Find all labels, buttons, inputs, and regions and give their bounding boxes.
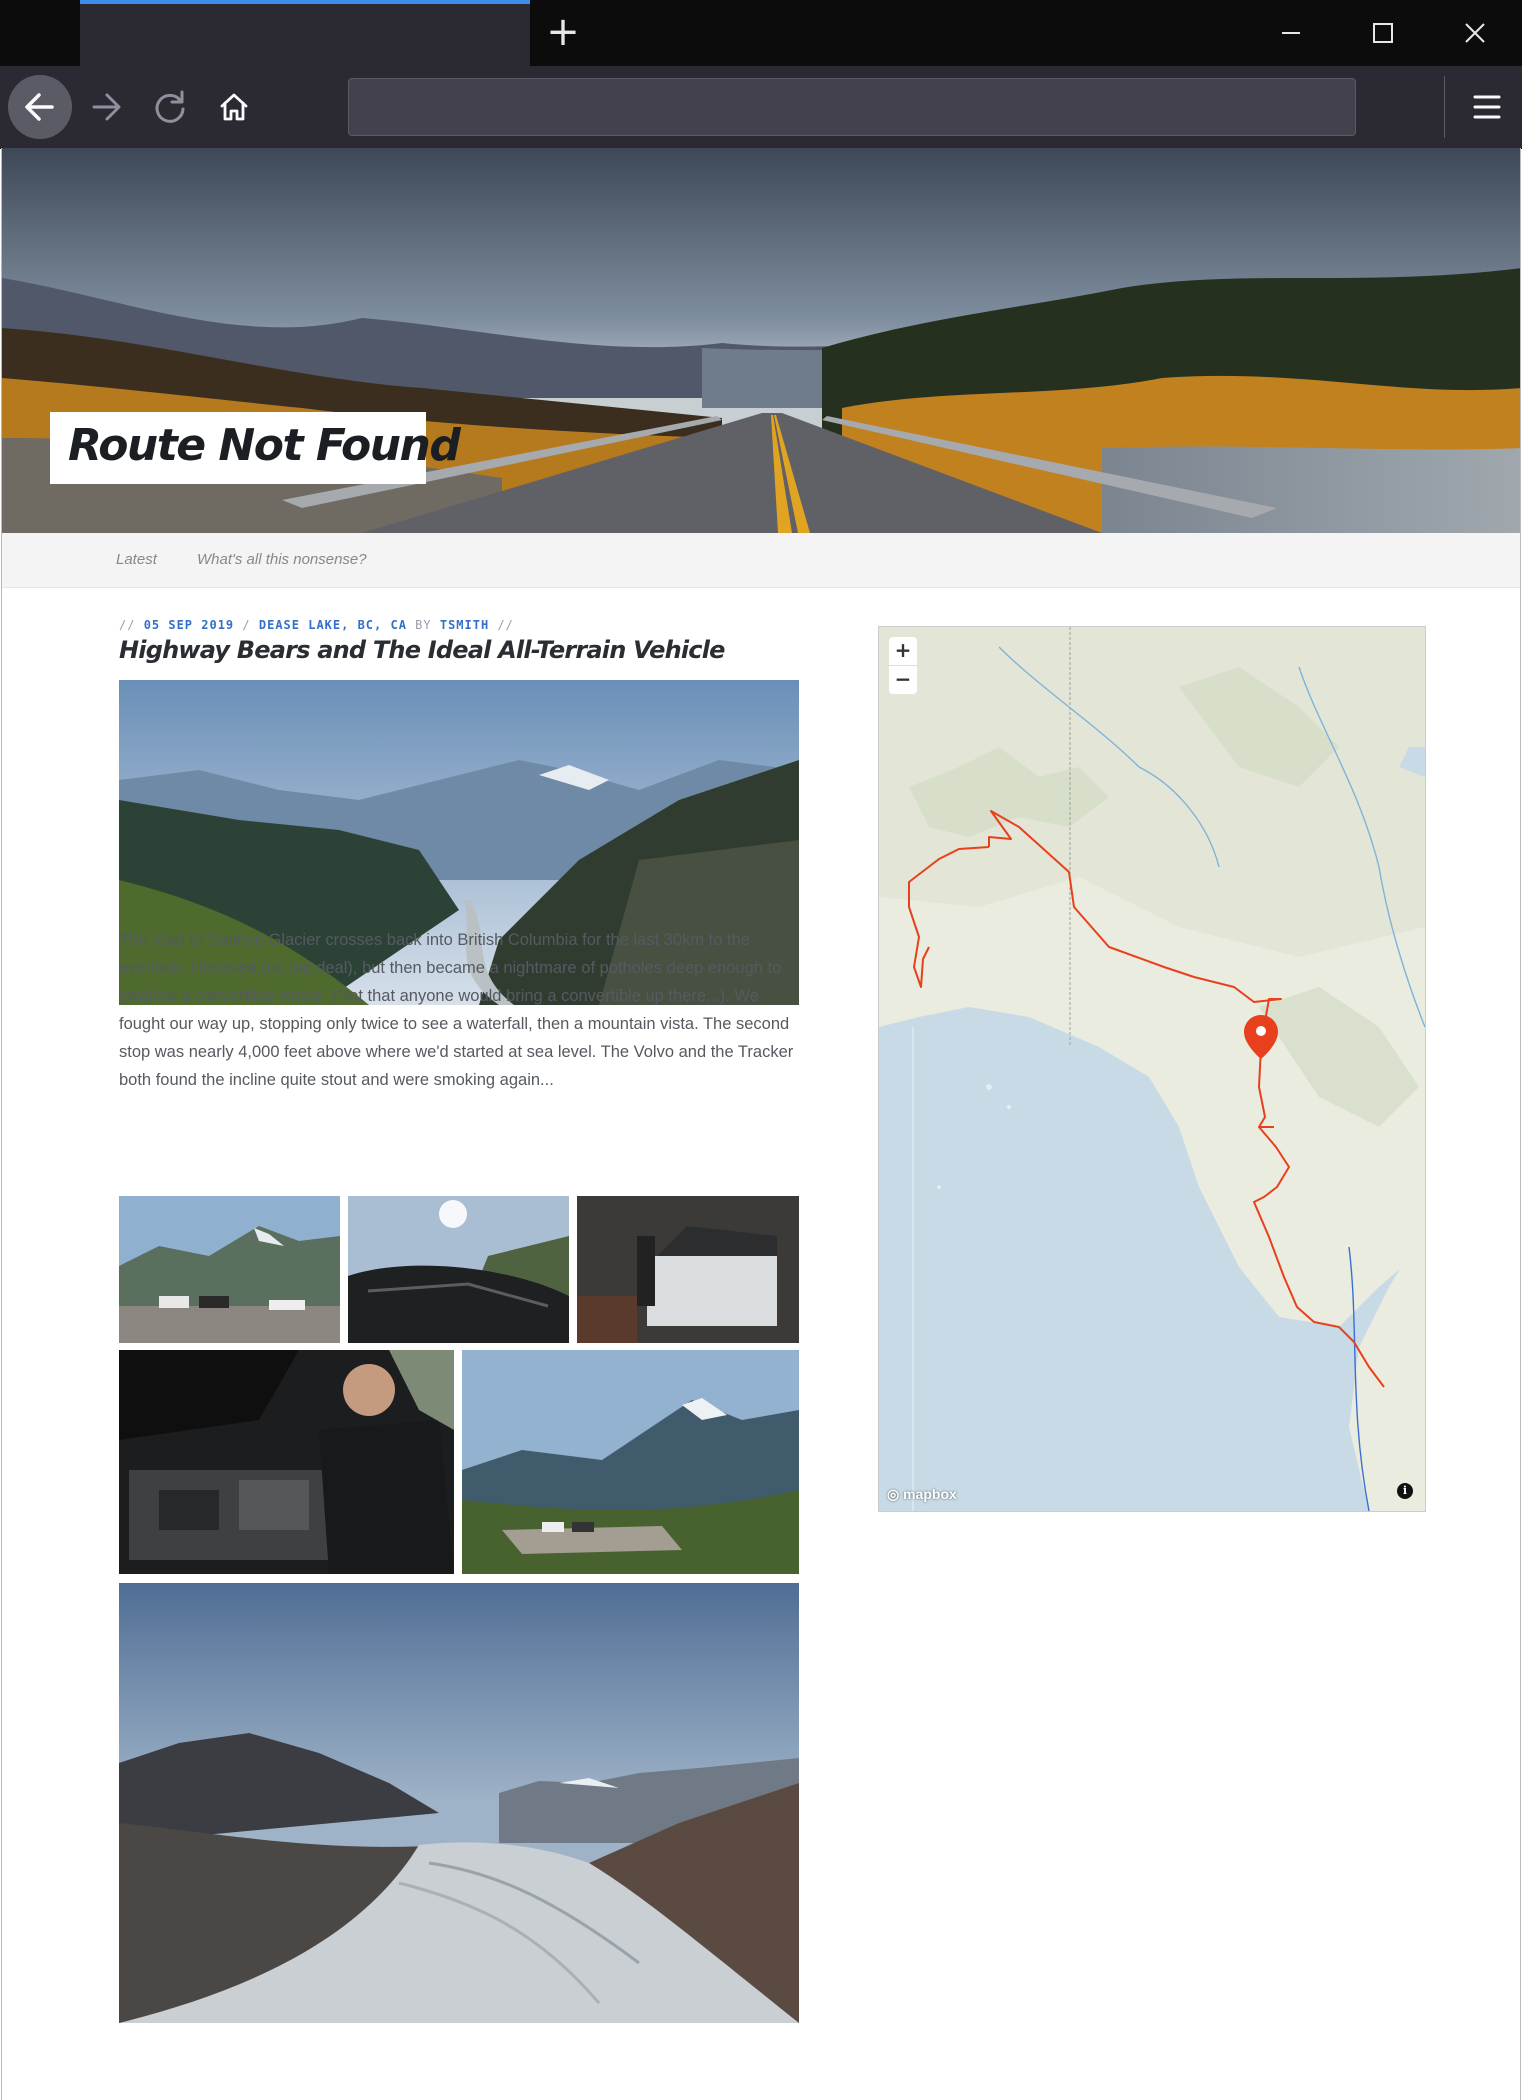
forward-button[interactable]: [74, 75, 138, 139]
mapbox-logo[interactable]: ◎ mapbox: [887, 1486, 957, 1503]
site-title-box[interactable]: Route Not Found: [50, 412, 461, 484]
zoom-in-button[interactable]: +: [889, 637, 917, 666]
meta-suffix: //: [497, 618, 514, 632]
gallery-photo-vista[interactable]: [462, 1350, 799, 1574]
meta-by: BY: [415, 618, 432, 632]
toolbar-separator: [1444, 76, 1445, 138]
close-window-button[interactable]: [1440, 6, 1510, 60]
navigation-toolbar: [0, 66, 1522, 149]
zoom-out-button[interactable]: −: [889, 666, 917, 694]
minimize-icon: [1282, 32, 1300, 34]
post-title[interactable]: Highway Bears and The Ideal All-Terrain …: [119, 636, 799, 664]
new-tab-button[interactable]: +: [540, 10, 586, 56]
post-location-link[interactable]: DEASE LAKE, BC, CA: [259, 618, 407, 632]
gallery-photo-engine[interactable]: [119, 1350, 454, 1574]
reload-button[interactable]: [138, 75, 202, 139]
close-icon: [1465, 23, 1485, 43]
mapbox-logo-text: mapbox: [903, 1486, 957, 1502]
gallery-photo-hood-open[interactable]: [577, 1196, 799, 1343]
minimize-button[interactable]: [1256, 6, 1326, 60]
maximize-icon: [1373, 23, 1393, 43]
nav-link-latest[interactable]: Latest: [116, 551, 157, 568]
mapbox-icon: ◎: [887, 1486, 900, 1502]
forward-arrow-icon: [92, 93, 121, 121]
app-menu-button[interactable]: [1455, 75, 1519, 139]
active-tab[interactable]: [80, 0, 530, 66]
site-title[interactable]: Route Not Found: [68, 420, 461, 471]
tab-bar: +: [0, 0, 1522, 66]
post-date-link[interactable]: 05 SEP 2019: [144, 618, 234, 632]
maximize-button[interactable]: [1348, 6, 1418, 60]
meta-prefix: //: [119, 618, 136, 632]
reload-icon: [155, 90, 185, 123]
address-bar[interactable]: [348, 78, 1356, 136]
home-icon: [220, 93, 248, 121]
post-meta: // 05 SEP 2019 / DEASE LAKE, BC, CA BY T…: [119, 618, 799, 632]
attribution-info-button[interactable]: i: [1397, 1483, 1413, 1499]
gallery-photo-convertible[interactable]: [348, 1196, 569, 1343]
salmon-glacier-photo[interactable]: [119, 1583, 799, 2023]
web-page: Route Not Found Latest What's all this n…: [1, 148, 1521, 2100]
gallery-photo-cars-mountain[interactable]: [119, 1196, 340, 1343]
home-button[interactable]: [202, 75, 266, 139]
site-navigation: Latest What's all this nonsense?: [2, 533, 1520, 588]
map-canvas[interactable]: [879, 627, 1425, 1511]
back-button[interactable]: [8, 75, 72, 139]
nav-link-about[interactable]: What's all this nonsense?: [197, 551, 367, 568]
post-body: The road to Salmon Glacier crosses back …: [119, 931, 794, 1089]
post-author-link[interactable]: TSMITH: [440, 618, 489, 632]
route-map[interactable]: + − ◎ mapbox i: [878, 626, 1426, 1512]
meta-separator: /: [242, 618, 251, 632]
menu-icon: [1473, 95, 1501, 119]
back-arrow-icon: [25, 93, 54, 121]
